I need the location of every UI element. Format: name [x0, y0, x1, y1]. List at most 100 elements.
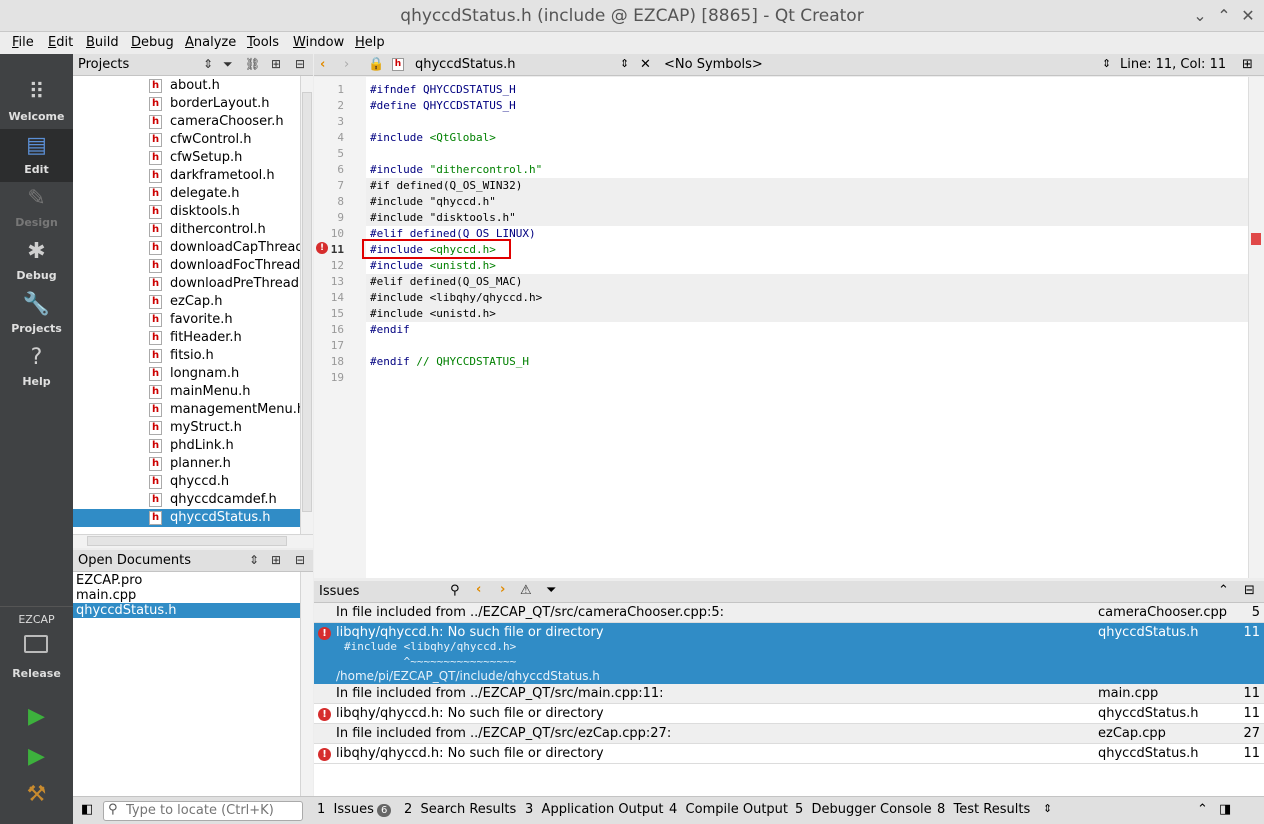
close-pane-icon[interactable]: ⊟ — [295, 553, 305, 567]
filter-icon[interactable]: ⏷ — [223, 57, 233, 72]
tree-file[interactable]: h darkframetool.h — [149, 167, 300, 185]
tree-file[interactable]: h downloadPreThread.h — [149, 275, 300, 293]
open-docs-scrollbar[interactable] — [300, 572, 313, 796]
code-line[interactable]: #define QHYCCDSTATUS_H — [366, 98, 1248, 114]
mode-debug[interactable]: ✱ Debug — [0, 235, 73, 288]
tab-debugger-console[interactable]: 5 Debugger Console — [795, 802, 932, 817]
updown-icon[interactable]: ⇕ — [1043, 802, 1052, 815]
tree-file[interactable]: h fitsio.h — [149, 347, 300, 365]
updown-icon[interactable]: ⇕ — [620, 57, 629, 70]
menu-debug[interactable]: Debug — [131, 35, 174, 50]
editor-filename[interactable]: qhyccdStatus.h — [415, 57, 516, 72]
tree-file[interactable]: h qhyccdcamdef.h — [149, 491, 300, 509]
issue-row[interactable]: ! libqhy/qhyccd.h: No such file or direc… — [314, 704, 1264, 724]
tree-file[interactable]: h dithercontrol.h — [149, 221, 300, 239]
tree-file[interactable]: h phdLink.h — [149, 437, 300, 455]
close-pane-icon[interactable]: ⊟ — [295, 57, 305, 71]
tab-application-output[interactable]: 3 Application Output — [525, 802, 663, 817]
menu-tools[interactable]: Tools — [247, 35, 279, 50]
tab-compile-output[interactable]: 4 Compile Output — [669, 802, 788, 817]
code-line[interactable]: #include <unistd.h> — [366, 306, 1248, 322]
mode-edit[interactable]: ▤ Edit — [0, 129, 73, 182]
mode-help[interactable]: ? Help — [0, 341, 73, 394]
tree-file[interactable]: h planner.h — [149, 455, 300, 473]
code-line[interactable]: #endif — [366, 322, 1248, 338]
mode-design[interactable]: ✎ Design — [0, 182, 73, 235]
code-line[interactable] — [366, 146, 1248, 162]
code-line[interactable]: #ifndef QHYCCDSTATUS_H — [366, 82, 1248, 98]
editor-scrollbar[interactable] — [1248, 77, 1264, 578]
code-line[interactable]: #include "dithercontrol.h" — [366, 162, 1248, 178]
split-icon[interactable]: ⊞ — [271, 57, 281, 71]
tree-file[interactable]: h longnam.h — [149, 365, 300, 383]
open-doc-item[interactable]: EZCAP.pro — [73, 573, 300, 588]
menu-window[interactable]: Window — [293, 35, 344, 50]
build-hammer-icon[interactable]: ⚒ — [0, 782, 73, 807]
tree-file[interactable]: h favorite.h — [149, 311, 300, 329]
code-line[interactable]: #include <QtGlobal> — [366, 130, 1248, 146]
tab-search-results[interactable]: 2 Search Results — [404, 802, 516, 817]
tree-file[interactable]: h cfwControl.h — [149, 131, 300, 149]
tree-file[interactable]: h myStruct.h — [149, 419, 300, 437]
tab-issues[interactable]: 1 Issues 6 — [317, 802, 392, 817]
code-line[interactable]: #include "qhyccd.h" — [366, 194, 1248, 210]
close-button[interactable]: ✕ — [1238, 6, 1258, 25]
code-line[interactable]: #endif // QHYCCDSTATUS_H — [366, 354, 1248, 370]
tree-file[interactable]: h disktools.h — [149, 203, 300, 221]
warning-filter-icon[interactable]: ⚠ — [520, 583, 532, 598]
tree-file[interactable]: h ezCap.h — [149, 293, 300, 311]
updown-icon[interactable]: ⇕ — [1102, 57, 1111, 70]
code-line[interactable]: #include <unistd.h> — [366, 258, 1248, 274]
open-doc-item-selected[interactable]: qhyccdStatus.h — [73, 603, 300, 618]
scrollbar-thumb[interactable] — [87, 536, 287, 546]
kit-selector[interactable]: EZCAP Release — [0, 606, 73, 690]
cursor-position[interactable]: Line: 11, Col: 11 — [1120, 57, 1226, 72]
next-issue-icon[interactable]: › — [500, 582, 505, 597]
tab-test-results[interactable]: 8 Test Results — [937, 802, 1030, 817]
mode-welcome[interactable]: ⠿ Welcome — [0, 76, 73, 129]
toggle-sidebar-icon[interactable]: ◧ — [81, 802, 93, 817]
clean-icon[interactable]: ⚲ — [450, 583, 460, 598]
tree-file[interactable]: h downloadCapThread.h — [149, 239, 300, 257]
issues-list[interactable]: In file included from ../EZCAP_QT/src/ca… — [314, 603, 1264, 796]
code-line[interactable]: #include <libqhy/qhyccd.h> — [366, 290, 1248, 306]
prev-issue-icon[interactable]: ‹ — [476, 582, 481, 597]
issue-row[interactable]: In file included from ../EZCAP_QT/src/ma… — [314, 684, 1264, 704]
issue-row[interactable]: ! libqhy/qhyccd.h: No such file or direc… — [314, 744, 1264, 764]
close-document-icon[interactable]: ✕ — [640, 57, 651, 72]
maximize-output-icon[interactable]: ⌃ — [1197, 802, 1208, 817]
error-marker-icon[interactable]: ! — [316, 242, 328, 254]
run-icon[interactable]: ▶ — [0, 704, 73, 729]
link-icon[interactable]: ⛓ — [245, 57, 260, 71]
project-tree-scrollbar[interactable] — [300, 76, 313, 534]
code-line[interactable] — [366, 338, 1248, 354]
maximize-button[interactable]: ⌃ — [1214, 6, 1234, 25]
close-pane-icon[interactable]: ⊟ — [1244, 583, 1255, 598]
code-editor[interactable]: #ifndef QHYCCDSTATUS_H #define QHYCCDSTAT… — [366, 77, 1248, 578]
tree-file-selected[interactable]: h qhyccdStatus.h — [73, 509, 300, 527]
tree-file[interactable]: h mainMenu.h — [149, 383, 300, 401]
mode-projects[interactable]: 🔧 Projects — [0, 288, 73, 341]
locator[interactable]: ⚲ — [103, 801, 303, 821]
tree-file[interactable]: h about.h — [149, 77, 300, 95]
tree-file[interactable]: h fitHeader.h — [149, 329, 300, 347]
toggle-output-icon[interactable]: ◨ — [1219, 802, 1231, 817]
tree-file[interactable]: h downloadFocThread.h — [149, 257, 300, 275]
menu-edit[interactable]: Edit — [48, 35, 73, 50]
tree-file[interactable]: h qhyccd.h — [149, 473, 300, 491]
scrollbar-thumb[interactable] — [302, 92, 312, 512]
tree-file[interactable]: h borderLayout.h — [149, 95, 300, 113]
split-icon[interactable]: ⊞ — [271, 553, 281, 567]
minimize-button[interactable]: ⌄ — [1190, 6, 1210, 25]
menu-build[interactable]: Build — [86, 35, 119, 50]
menu-help[interactable]: Help — [355, 35, 385, 50]
tree-file[interactable]: h delegate.h — [149, 185, 300, 203]
open-doc-item[interactable]: main.cpp — [73, 588, 300, 603]
code-line[interactable] — [366, 370, 1248, 386]
updown-icon[interactable]: ⇕ — [203, 57, 213, 71]
tree-file[interactable]: h managementMenu.h — [149, 401, 300, 419]
updown-icon[interactable]: ⇕ — [249, 553, 259, 567]
code-line[interactable]: #include "disktools.h" — [366, 210, 1248, 226]
tree-file[interactable]: h cameraChooser.h — [149, 113, 300, 131]
split-icon[interactable]: ⊞ — [1242, 57, 1253, 72]
